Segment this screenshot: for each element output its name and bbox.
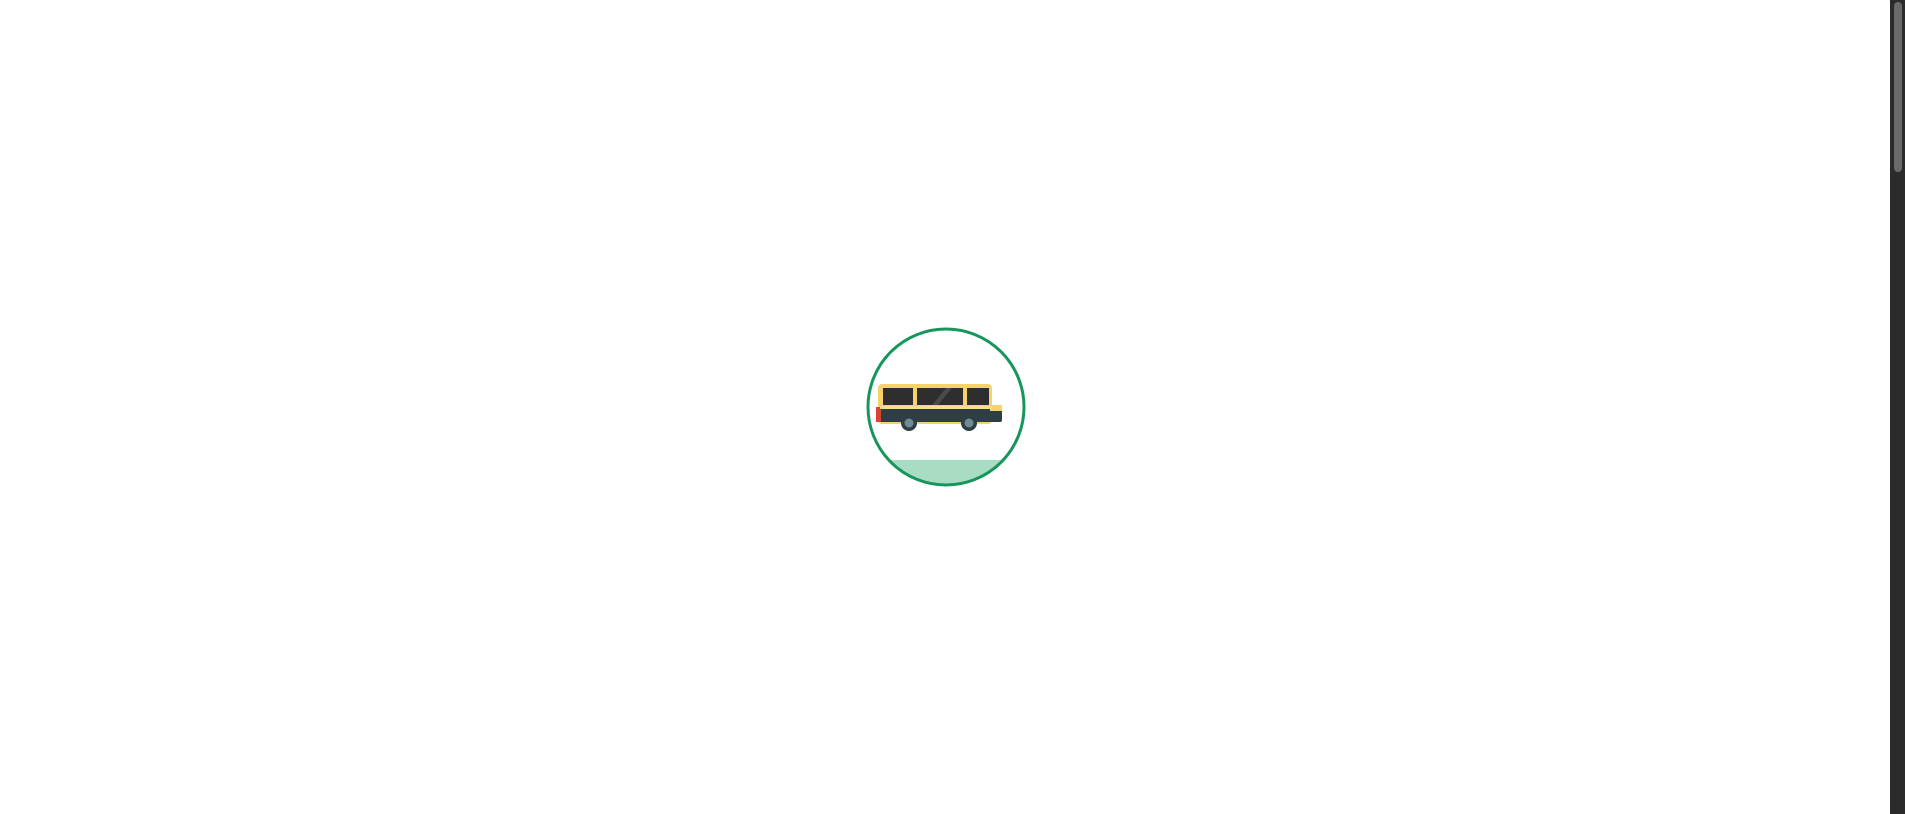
scrollbar-thumb[interactable] bbox=[1894, 2, 1902, 172]
page bbox=[0, 0, 1905, 814]
bus-icon bbox=[866, 327, 1026, 487]
road-shadow bbox=[869, 460, 1023, 484]
vertical-scrollbar[interactable] bbox=[1890, 0, 1905, 814]
loading-indicator bbox=[866, 327, 1026, 487]
bus bbox=[876, 384, 1002, 431]
content-viewport bbox=[0, 0, 1890, 814]
